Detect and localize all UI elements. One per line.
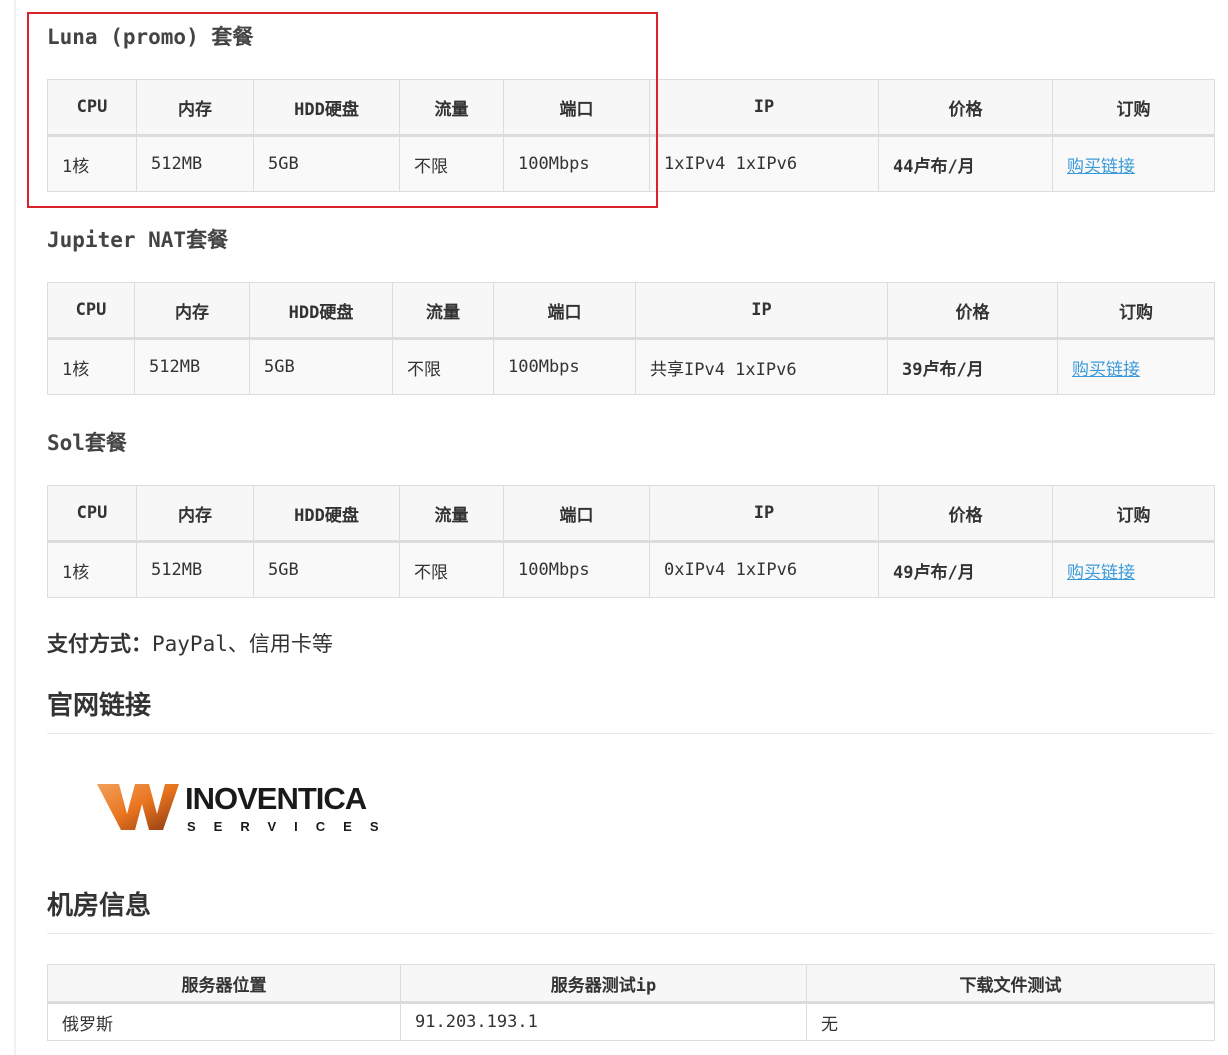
cell-ram: 512MB: [136, 541, 254, 598]
col-header-ip: IP: [635, 282, 888, 340]
highlight-box: [27, 12, 658, 208]
col-header-order: 订购: [1057, 282, 1215, 340]
cell-price: 49卢布/月: [878, 541, 1053, 598]
col-header-price: 价格: [887, 282, 1058, 340]
cell-price: 44卢布/月: [878, 135, 1053, 192]
datacenter-table: 服务器位置 服务器测试ip 下载文件测试 俄罗斯 91.203.193.1 无: [47, 964, 1215, 1041]
plan-table-sol: CPU 内存 HDD硬盘 流量 端口 IP 价格 订购 1核 512MB 5GB…: [47, 485, 1215, 598]
payment-methods: 支付方式：PayPal、信用卡等: [47, 628, 333, 658]
col-header-ram: 内存: [134, 282, 250, 340]
cell-ip: 0xIPv4 1xIPv6: [649, 541, 879, 598]
cell-ram: 512MB: [134, 338, 250, 395]
datacenter-heading: 机房信息: [47, 891, 152, 921]
plan-title-jupiter: Jupiter NAT套餐: [47, 228, 229, 252]
col-header-test-ip: 服务器测试ip: [400, 964, 807, 1004]
cell-download-test: 无: [806, 1002, 1215, 1041]
cell-test-ip[interactable]: 91.203.193.1: [400, 1002, 807, 1041]
cell-location: 俄罗斯: [47, 1002, 401, 1041]
cell-port: 100Mbps: [493, 338, 636, 395]
col-header-download-test: 下载文件测试: [806, 964, 1215, 1004]
cell-disk: 5GB: [253, 541, 400, 598]
cell-disk: 5GB: [249, 338, 393, 395]
cell-order: 购买链接: [1057, 338, 1215, 395]
cell-order: 购买链接: [1052, 135, 1215, 192]
payment-label: 支付方式：: [47, 632, 152, 656]
col-header-order: 订购: [1052, 79, 1215, 137]
table-header-row: 服务器位置 服务器测试ip 下载文件测试: [47, 964, 1215, 1004]
col-header-disk: HDD硬盘: [253, 485, 400, 543]
cell-ip: 共享IPv4 1xIPv6: [635, 338, 888, 395]
col-header-ram: 内存: [136, 485, 254, 543]
col-header-traffic: 流量: [399, 485, 504, 543]
table-row: 1核 512MB 5GB 不限 100Mbps 共享IPv4 1xIPv6 39…: [47, 338, 1215, 395]
table-header-row: CPU 内存 HDD硬盘 流量 端口 IP 价格 订购: [47, 282, 1215, 340]
divider: [47, 933, 1214, 934]
table-row: 1核 512MB 5GB 不限 100Mbps 0xIPv4 1xIPv6 49…: [47, 541, 1215, 598]
payment-value: PayPal、信用卡等: [152, 632, 333, 656]
col-header-traffic: 流量: [392, 282, 494, 340]
col-header-ip: IP: [649, 485, 879, 543]
inoventica-logo[interactable]: INOVENTICA SERVICES: [97, 780, 407, 836]
col-header-disk: HDD硬盘: [249, 282, 393, 340]
col-header-cpu: CPU: [47, 485, 137, 543]
cell-port: 100Mbps: [503, 541, 650, 598]
official-site-heading: 官网链接: [47, 691, 152, 721]
left-rule: [14, 0, 16, 1055]
col-header-price: 价格: [878, 79, 1053, 137]
buy-link[interactable]: 购买链接: [1072, 360, 1140, 380]
cell-traffic: 不限: [399, 541, 504, 598]
col-header-location: 服务器位置: [47, 964, 401, 1004]
buy-link[interactable]: 购买链接: [1067, 563, 1135, 583]
cell-ip: 1xIPv4 1xIPv6: [649, 135, 879, 192]
cell-traffic: 不限: [392, 338, 494, 395]
cell-cpu: 1核: [47, 338, 135, 395]
logo-w-mark: [97, 784, 179, 830]
buy-link[interactable]: 购买链接: [1067, 157, 1135, 177]
cell-cpu: 1核: [47, 541, 137, 598]
plan-title-sol: Sol套餐: [47, 431, 127, 455]
logo-wordmark: INOVENTICA: [185, 781, 367, 816]
cell-price: 39卢布/月: [887, 338, 1058, 395]
table-row: 俄罗斯 91.203.193.1 无: [47, 1002, 1215, 1041]
col-header-ip: IP: [649, 79, 879, 137]
divider: [47, 733, 1214, 734]
col-header-port: 端口: [503, 485, 650, 543]
cell-order: 购买链接: [1052, 541, 1215, 598]
logo-subtitle: SERVICES: [187, 819, 397, 834]
table-header-row: CPU 内存 HDD硬盘 流量 端口 IP 价格 订购: [47, 485, 1215, 543]
plan-table-jupiter: CPU 内存 HDD硬盘 流量 端口 IP 价格 订购 1核 512MB 5GB…: [47, 282, 1215, 395]
col-header-port: 端口: [493, 282, 636, 340]
col-header-order: 订购: [1052, 485, 1215, 543]
col-header-cpu: CPU: [47, 282, 135, 340]
col-header-price: 价格: [878, 485, 1053, 543]
